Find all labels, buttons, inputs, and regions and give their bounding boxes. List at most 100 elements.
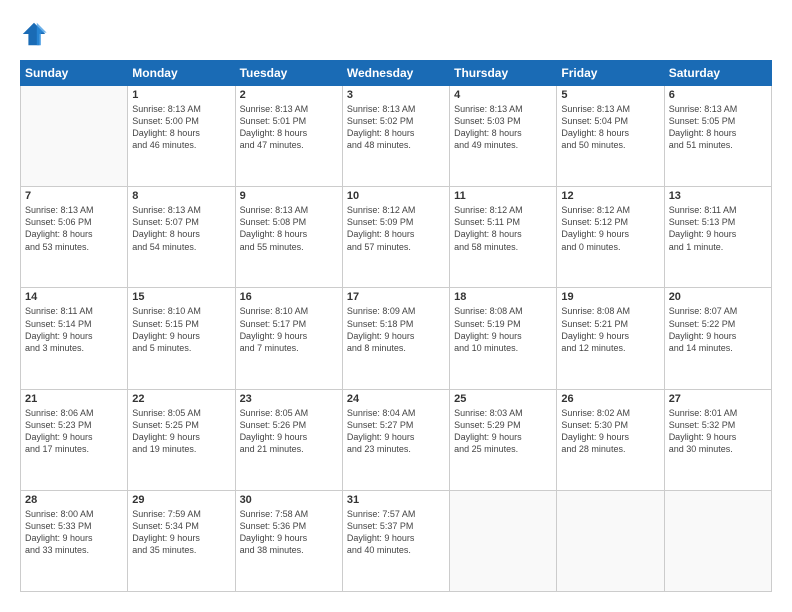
day-cell: 11 Sunrise: 8:12 AM Sunset: 5:11 PM Dayli… bbox=[450, 187, 557, 288]
page: SundayMondayTuesdayWednesdayThursdayFrid… bbox=[0, 0, 792, 612]
day-info: Sunrise: 8:10 AM Sunset: 5:15 PM Dayligh… bbox=[132, 305, 230, 354]
day-cell: 23 Sunrise: 8:05 AM Sunset: 5:26 PM Dayli… bbox=[235, 389, 342, 490]
weekday-header-thursday: Thursday bbox=[450, 61, 557, 86]
day-cell: 26 Sunrise: 8:02 AM Sunset: 5:30 PM Dayli… bbox=[557, 389, 664, 490]
day-info: Sunrise: 8:12 AM Sunset: 5:09 PM Dayligh… bbox=[347, 204, 445, 253]
weekday-header-monday: Monday bbox=[128, 61, 235, 86]
day-cell: 25 Sunrise: 8:03 AM Sunset: 5:29 PM Dayli… bbox=[450, 389, 557, 490]
day-cell: 14 Sunrise: 8:11 AM Sunset: 5:14 PM Dayli… bbox=[21, 288, 128, 389]
day-number: 9 bbox=[240, 190, 338, 202]
weekday-header-wednesday: Wednesday bbox=[342, 61, 449, 86]
day-number: 15 bbox=[132, 291, 230, 303]
day-number: 14 bbox=[25, 291, 123, 303]
day-cell: 29 Sunrise: 7:59 AM Sunset: 5:34 PM Dayli… bbox=[128, 490, 235, 591]
day-cell: 10Sunrise: 8:12 AM Sunset: 5:09 PM Dayli… bbox=[342, 187, 449, 288]
day-info: Sunrise: 8:13 AM Sunset: 5:04 PM Dayligh… bbox=[561, 103, 659, 152]
day-info: Sunrise: 8:13 AM Sunset: 5:05 PM Dayligh… bbox=[669, 103, 767, 152]
day-cell: 31 Sunrise: 7:57 AM Sunset: 5:37 PM Dayli… bbox=[342, 490, 449, 591]
day-number: 16 bbox=[240, 291, 338, 303]
day-cell: 4Sunrise: 8:13 AM Sunset: 5:03 PM Daylig… bbox=[450, 86, 557, 187]
week-row-1: 7 Sunrise: 8:13 AM Sunset: 5:06 PM Daylig… bbox=[21, 187, 772, 288]
day-number: 5 bbox=[561, 89, 659, 101]
day-info: Sunrise: 8:09 AM Sunset: 5:18 PM Dayligh… bbox=[347, 305, 445, 354]
day-info: Sunrise: 7:59 AM Sunset: 5:34 PM Dayligh… bbox=[132, 508, 230, 557]
day-cell: 18 Sunrise: 8:08 AM Sunset: 5:19 PM Dayli… bbox=[450, 288, 557, 389]
week-row-2: 14 Sunrise: 8:11 AM Sunset: 5:14 PM Dayli… bbox=[21, 288, 772, 389]
day-number: 31 bbox=[347, 494, 445, 506]
logo bbox=[20, 20, 52, 48]
day-cell: 3 Sunrise: 8:13 AM Sunset: 5:02 PM Daylig… bbox=[342, 86, 449, 187]
day-cell: 19 Sunrise: 8:08 AM Sunset: 5:21 PM Dayli… bbox=[557, 288, 664, 389]
day-info: Sunrise: 8:08 AM Sunset: 5:21 PM Dayligh… bbox=[561, 305, 659, 354]
day-info: Sunrise: 8:13 AM Sunset: 5:07 PM Dayligh… bbox=[132, 204, 230, 253]
day-cell: 27 Sunrise: 8:01 AM Sunset: 5:32 PM Dayli… bbox=[664, 389, 771, 490]
day-info: Sunrise: 8:05 AM Sunset: 5:25 PM Dayligh… bbox=[132, 407, 230, 456]
day-number: 17 bbox=[347, 291, 445, 303]
day-number: 12 bbox=[561, 190, 659, 202]
day-cell: 28Sunrise: 8:00 AM Sunset: 5:33 PM Dayli… bbox=[21, 490, 128, 591]
day-cell: 12Sunrise: 8:12 AM Sunset: 5:12 PM Dayli… bbox=[557, 187, 664, 288]
day-number: 18 bbox=[454, 291, 552, 303]
weekday-header-row: SundayMondayTuesdayWednesdayThursdayFrid… bbox=[21, 61, 772, 86]
day-info: Sunrise: 7:58 AM Sunset: 5:36 PM Dayligh… bbox=[240, 508, 338, 557]
day-info: Sunrise: 8:13 AM Sunset: 5:01 PM Dayligh… bbox=[240, 103, 338, 152]
day-cell bbox=[450, 490, 557, 591]
day-info: Sunrise: 8:08 AM Sunset: 5:19 PM Dayligh… bbox=[454, 305, 552, 354]
day-number: 3 bbox=[347, 89, 445, 101]
day-number: 8 bbox=[132, 190, 230, 202]
day-cell: 17 Sunrise: 8:09 AM Sunset: 5:18 PM Dayli… bbox=[342, 288, 449, 389]
day-number: 1 bbox=[132, 89, 230, 101]
day-info: Sunrise: 8:02 AM Sunset: 5:30 PM Dayligh… bbox=[561, 407, 659, 456]
day-info: Sunrise: 8:13 AM Sunset: 5:06 PM Dayligh… bbox=[25, 204, 123, 253]
week-row-4: 28Sunrise: 8:00 AM Sunset: 5:33 PM Dayli… bbox=[21, 490, 772, 591]
day-info: Sunrise: 8:06 AM Sunset: 5:23 PM Dayligh… bbox=[25, 407, 123, 456]
day-number: 7 bbox=[25, 190, 123, 202]
day-number: 20 bbox=[669, 291, 767, 303]
day-number: 29 bbox=[132, 494, 230, 506]
day-cell bbox=[664, 490, 771, 591]
day-info: Sunrise: 8:01 AM Sunset: 5:32 PM Dayligh… bbox=[669, 407, 767, 456]
header bbox=[20, 20, 772, 48]
day-number: 19 bbox=[561, 291, 659, 303]
day-cell: 13Sunrise: 8:11 AM Sunset: 5:13 PM Dayli… bbox=[664, 187, 771, 288]
week-row-0: 1 Sunrise: 8:13 AM Sunset: 5:00 PM Daylig… bbox=[21, 86, 772, 187]
day-cell: 7 Sunrise: 8:13 AM Sunset: 5:06 PM Daylig… bbox=[21, 187, 128, 288]
day-cell bbox=[21, 86, 128, 187]
day-info: Sunrise: 8:03 AM Sunset: 5:29 PM Dayligh… bbox=[454, 407, 552, 456]
day-info: Sunrise: 8:04 AM Sunset: 5:27 PM Dayligh… bbox=[347, 407, 445, 456]
day-info: Sunrise: 8:12 AM Sunset: 5:11 PM Dayligh… bbox=[454, 204, 552, 253]
day-cell: 30Sunrise: 7:58 AM Sunset: 5:36 PM Dayli… bbox=[235, 490, 342, 591]
day-cell: 24Sunrise: 8:04 AM Sunset: 5:27 PM Dayli… bbox=[342, 389, 449, 490]
day-number: 21 bbox=[25, 393, 123, 405]
day-cell: 1 Sunrise: 8:13 AM Sunset: 5:00 PM Daylig… bbox=[128, 86, 235, 187]
day-number: 23 bbox=[240, 393, 338, 405]
day-info: Sunrise: 7:57 AM Sunset: 5:37 PM Dayligh… bbox=[347, 508, 445, 557]
day-cell: 15 Sunrise: 8:10 AM Sunset: 5:15 PM Dayli… bbox=[128, 288, 235, 389]
day-cell: 22Sunrise: 8:05 AM Sunset: 5:25 PM Dayli… bbox=[128, 389, 235, 490]
day-cell: 16Sunrise: 8:10 AM Sunset: 5:17 PM Dayli… bbox=[235, 288, 342, 389]
day-info: Sunrise: 8:07 AM Sunset: 5:22 PM Dayligh… bbox=[669, 305, 767, 354]
day-number: 11 bbox=[454, 190, 552, 202]
weekday-header-friday: Friday bbox=[557, 61, 664, 86]
day-number: 28 bbox=[25, 494, 123, 506]
day-info: Sunrise: 8:13 AM Sunset: 5:02 PM Dayligh… bbox=[347, 103, 445, 152]
day-cell: 5 Sunrise: 8:13 AM Sunset: 5:04 PM Daylig… bbox=[557, 86, 664, 187]
day-info: Sunrise: 8:11 AM Sunset: 5:13 PM Dayligh… bbox=[669, 204, 767, 253]
weekday-header-sunday: Sunday bbox=[21, 61, 128, 86]
day-info: Sunrise: 8:13 AM Sunset: 5:08 PM Dayligh… bbox=[240, 204, 338, 253]
day-cell: 21 Sunrise: 8:06 AM Sunset: 5:23 PM Dayli… bbox=[21, 389, 128, 490]
day-cell: 20 Sunrise: 8:07 AM Sunset: 5:22 PM Dayli… bbox=[664, 288, 771, 389]
day-number: 25 bbox=[454, 393, 552, 405]
day-number: 26 bbox=[561, 393, 659, 405]
week-row-3: 21 Sunrise: 8:06 AM Sunset: 5:23 PM Dayli… bbox=[21, 389, 772, 490]
calendar: SundayMondayTuesdayWednesdayThursdayFrid… bbox=[20, 60, 772, 592]
day-number: 2 bbox=[240, 89, 338, 101]
day-number: 27 bbox=[669, 393, 767, 405]
day-info: Sunrise: 8:11 AM Sunset: 5:14 PM Dayligh… bbox=[25, 305, 123, 354]
day-cell: 2 Sunrise: 8:13 AM Sunset: 5:01 PM Daylig… bbox=[235, 86, 342, 187]
day-number: 6 bbox=[669, 89, 767, 101]
day-cell: 6 Sunrise: 8:13 AM Sunset: 5:05 PM Daylig… bbox=[664, 86, 771, 187]
day-info: Sunrise: 8:05 AM Sunset: 5:26 PM Dayligh… bbox=[240, 407, 338, 456]
day-info: Sunrise: 8:13 AM Sunset: 5:03 PM Dayligh… bbox=[454, 103, 552, 152]
day-info: Sunrise: 8:13 AM Sunset: 5:00 PM Dayligh… bbox=[132, 103, 230, 152]
